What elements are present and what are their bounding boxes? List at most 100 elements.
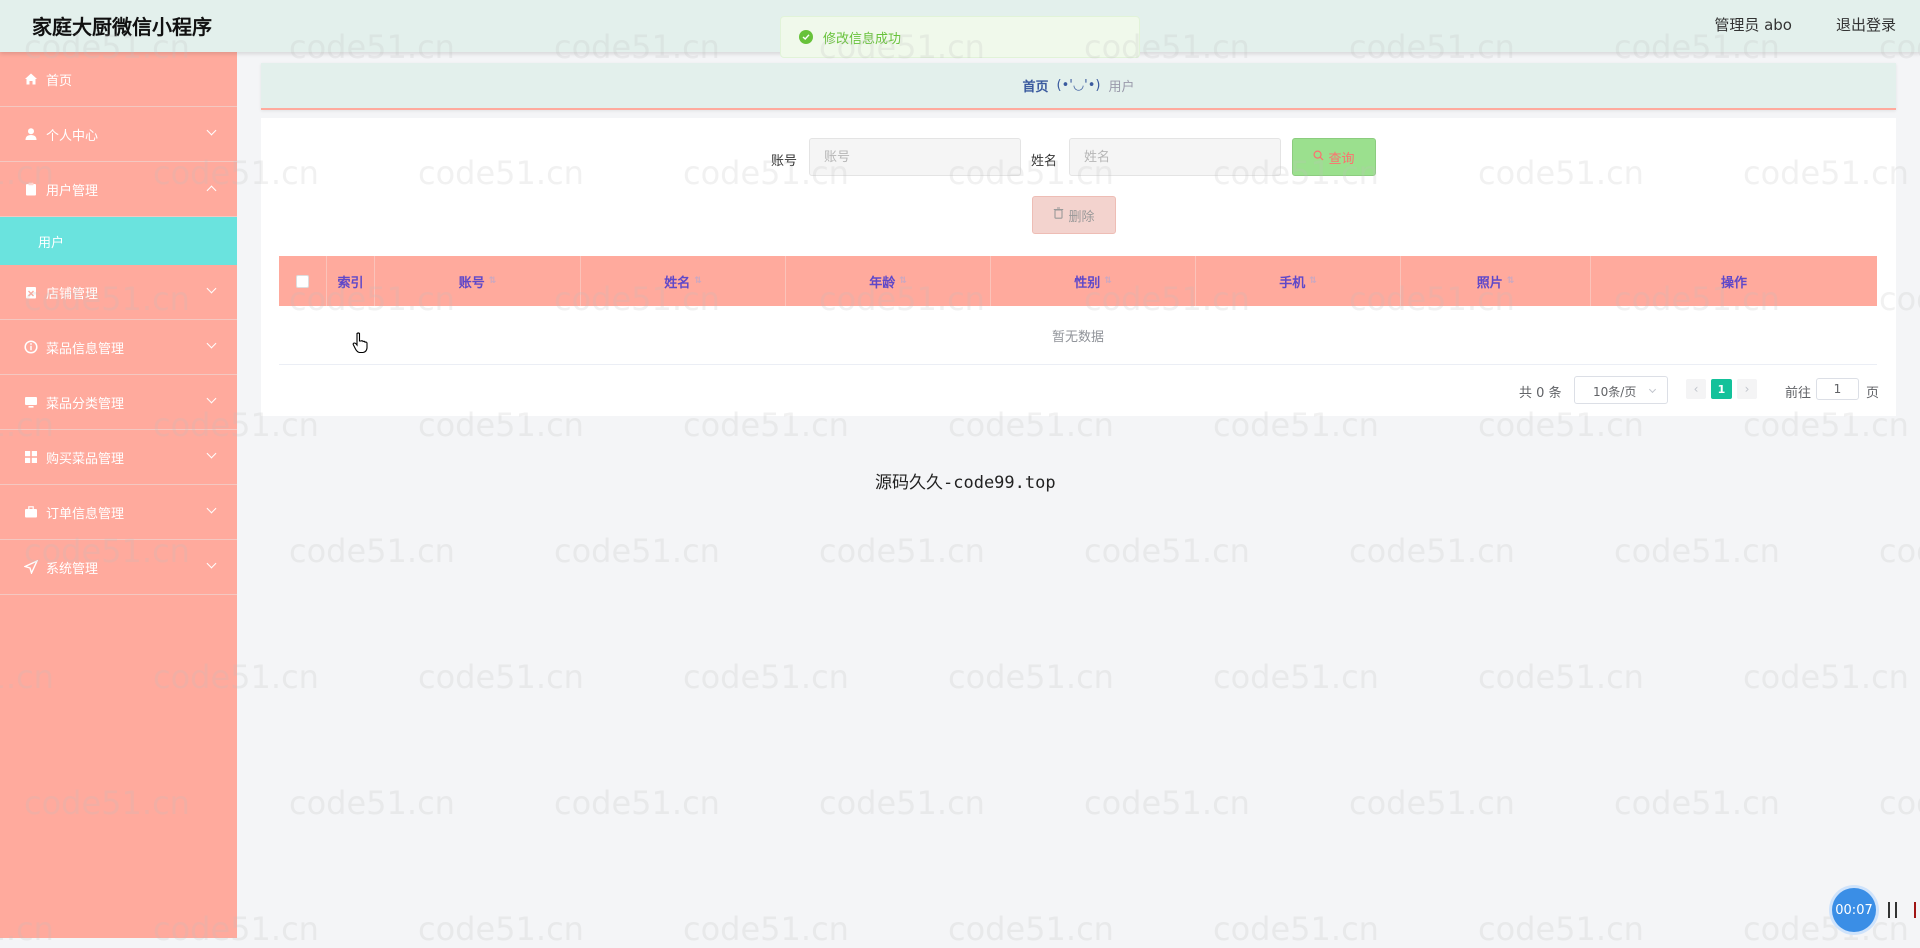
footer-text: 源码久久-code99.top (875, 473, 1056, 493)
stop-icon[interactable] (1914, 902, 1916, 918)
watermark-text: code51.cn (289, 784, 455, 822)
sidebar-item-home[interactable]: 首页 (0, 52, 237, 107)
sort-icon: ⇅ (1506, 276, 1515, 286)
recording-timer[interactable]: 00:07 (1832, 888, 1876, 932)
monitor-icon (24, 395, 38, 409)
trash-icon (1053, 207, 1064, 223)
content-panel: 账号 姓名 查询 删除 索引 账号⇅ 姓名⇅ (261, 118, 1896, 416)
breadcrumb-home[interactable]: 首页 (1022, 76, 1048, 95)
briefcase-icon (24, 505, 38, 519)
watermark-text: code51.cn (1614, 784, 1780, 822)
query-button-label: 查询 (1328, 151, 1355, 167)
watermark-text: code51.cn (1879, 784, 1920, 822)
watermark-text: code51.cn (554, 784, 720, 822)
watermark-text: code51.cn (1743, 658, 1909, 696)
sort-icon: ⇅ (694, 276, 702, 286)
sort-icon: ⇅ (1104, 276, 1112, 286)
watermark-text: code51.cn (1478, 658, 1644, 696)
pause-icon[interactable] (1895, 902, 1897, 918)
clipboard-icon (24, 182, 38, 196)
sidebar-item-label: 订单信息管理 (46, 506, 125, 522)
delete-button-label: 删除 (1068, 209, 1095, 225)
column-header[interactable]: 姓名 ⇅ (581, 256, 786, 306)
sidebar-item-label: 菜品分类管理 (46, 396, 125, 412)
watermark-text: code51.cn (1743, 910, 1909, 948)
logout-link[interactable]: 退出登录 (1836, 14, 1896, 35)
watermark-text: code51.cn (948, 658, 1114, 696)
hand-cursor-icon (352, 332, 370, 358)
sidebar-item-shop-management[interactable]: 店铺管理 (0, 265, 237, 320)
column-header: 操作 (1720, 275, 1747, 291)
chevron-down-icon (1648, 385, 1657, 394)
toast-message: 修改信息成功 (823, 31, 902, 47)
column-header[interactable]: 照片 ⇅ (1401, 256, 1591, 306)
column-header[interactable]: 年龄 ⇅ (786, 256, 991, 306)
search-icon (1313, 149, 1324, 165)
sidebar-item-system[interactable]: 系统管理 (0, 540, 237, 595)
watermark-text: code51.cn (1349, 784, 1515, 822)
watermark-text: code51.cn (418, 910, 584, 948)
sort-icon: ⇅ (1309, 276, 1317, 286)
sidebar-item-label: 菜品信息管理 (46, 341, 125, 357)
sidebar-item-user-management[interactable]: 用户管理 (0, 162, 237, 217)
chevron-down-icon (206, 448, 217, 459)
sidebar-item-order-info[interactable]: 订单信息管理 (0, 485, 237, 540)
watermark-text: code51.cn (418, 658, 584, 696)
goto-label: 前往 (1785, 386, 1812, 401)
column-header[interactable]: 账号 ⇅ (375, 256, 581, 306)
admin-label: 管理员 abo (1714, 16, 1792, 34)
next-page-button[interactable]: › (1737, 379, 1757, 399)
breadcrumb-current: 用户 (1108, 80, 1135, 95)
prev-page-button[interactable]: ‹ (1686, 379, 1706, 399)
user-table: 索引 账号 ⇅ 姓名 ⇅ 年龄 ⇅ 性别 ⇅ 手机 ⇅ 照片 ⇅ 操作 暂无数据 (279, 256, 1877, 365)
sidebar-item-label: 用户管理 (46, 183, 99, 199)
watermark-text: code51.cn (1349, 532, 1515, 570)
chevron-up-icon (206, 185, 217, 196)
column-header[interactable]: 手机 ⇅ (1196, 256, 1401, 306)
grid-icon (24, 450, 38, 464)
breadcrumb: 首页 (•'◡'•) 用户 (261, 63, 1896, 110)
column-header[interactable]: 性别 ⇅ (991, 256, 1196, 306)
sidebar-item-label: 系统管理 (46, 561, 99, 577)
breadcrumb-separator: (•'◡'•) (1056, 78, 1101, 93)
chevron-down-icon (206, 393, 217, 404)
chevron-right-icon: › (1744, 382, 1750, 396)
chevron-left-icon: ‹ (1693, 382, 1699, 396)
chevron-down-icon (206, 125, 217, 136)
pagination-total: 共 0 条 (1519, 386, 1562, 401)
success-toast: 修改信息成功 (780, 16, 1140, 58)
sidebar-item-label: 店铺管理 (46, 286, 99, 302)
query-button[interactable]: 查询 (1292, 138, 1376, 176)
page-size-select[interactable]: 10条/页 (1574, 376, 1668, 404)
sort-icon: ⇅ (488, 276, 497, 286)
select-all-checkbox[interactable] (296, 274, 309, 288)
watermark-text: code51.cn (1213, 910, 1379, 948)
sidebar-item-personal-center[interactable]: 个人中心 (0, 107, 237, 162)
sidebar-item-dish-info[interactable]: 菜品信息管理 (0, 320, 237, 375)
sidebar-item-purchase-dish[interactable]: 购买菜品管理 (0, 430, 237, 485)
account-input[interactable] (809, 138, 1021, 176)
column-header: 索引 (327, 256, 375, 306)
watermark-text: code51.cn (1614, 532, 1780, 570)
pause-icon[interactable] (1888, 902, 1890, 918)
page-number-current[interactable]: 1 (1711, 379, 1732, 399)
pagination: 共 0 条 10条/页 ‹ 1 › 前往 页 (261, 376, 1896, 404)
sort-icon: ⇅ (899, 276, 907, 286)
table-header: 索引 账号 ⇅ 姓名 ⇅ 年龄 ⇅ 性别 ⇅ 手机 ⇅ 照片 ⇅ 操作 (279, 256, 1877, 306)
chevron-down-icon (206, 283, 217, 294)
empty-state: 暂无数据 (279, 306, 1877, 364)
watermark-text: code51.cn (554, 532, 720, 570)
watermark-text: code51.cn (948, 910, 1114, 948)
goto-page-input[interactable] (1816, 378, 1859, 400)
name-input[interactable] (1069, 138, 1281, 176)
sidebar-item-dish-category[interactable]: 菜品分类管理 (0, 375, 237, 430)
info-icon (24, 340, 38, 354)
send-icon (23, 559, 39, 575)
watermark-text: code51.cn (1478, 910, 1644, 948)
page-suffix: 页 (1866, 386, 1880, 401)
sidebar-subitem-user[interactable]: 用户 (0, 217, 237, 265)
watermark-text: code51.cn (1084, 532, 1250, 570)
chevron-down-icon (206, 338, 217, 349)
watermark-text: code51.cn (289, 532, 455, 570)
delete-button[interactable]: 删除 (1032, 196, 1116, 234)
